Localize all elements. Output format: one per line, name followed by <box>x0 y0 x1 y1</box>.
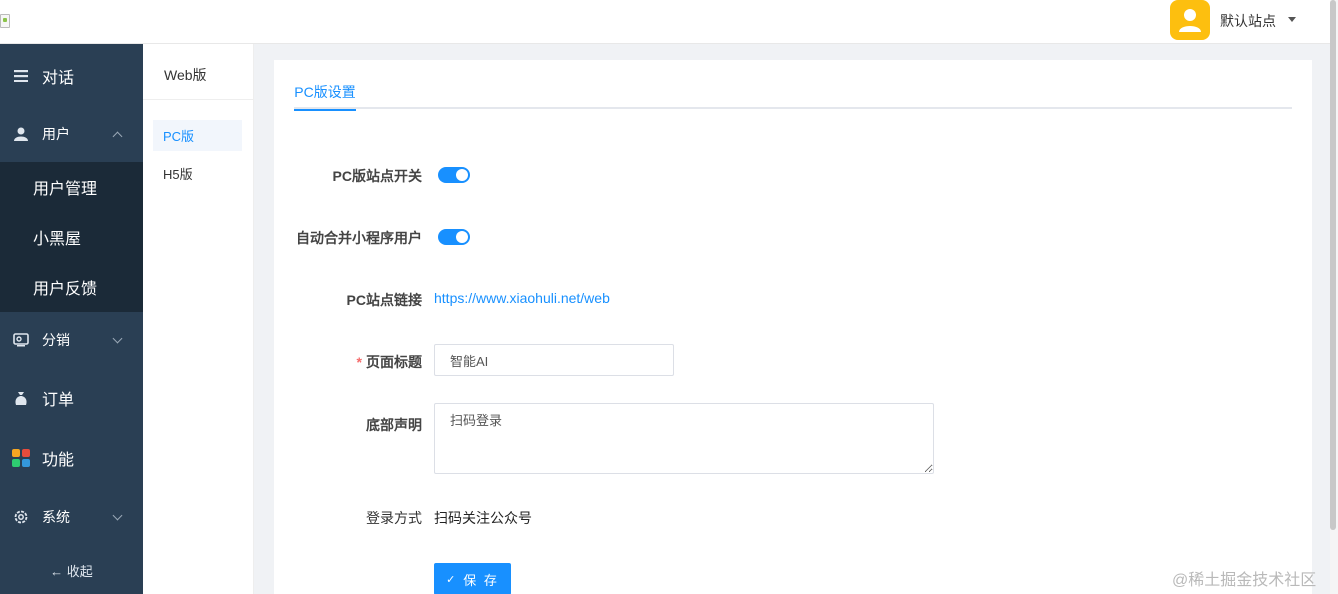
submenu-item-blacklist[interactable]: 小黑屋 <box>0 212 143 262</box>
user-avatar-icon <box>1179 9 1201 32</box>
sidebar-item-label: 分销 <box>42 332 70 348</box>
page-title-input[interactable] <box>434 344 674 376</box>
chevron-up-icon <box>112 131 123 142</box>
collapse-sidebar-button[interactable]: ← 收起 <box>0 561 143 580</box>
save-button[interactable]: ✓ 保 存 <box>434 563 511 594</box>
submenu-item-feedback[interactable]: 用户反馈 <box>0 262 143 312</box>
sidebar-item-features[interactable]: 功能 <box>0 430 143 486</box>
sidebar-item-system[interactable]: 系统 <box>0 489 143 545</box>
collapse-label: 收起 <box>66 564 93 579</box>
top-header: 默认站点 <box>0 0 1330 44</box>
sidebar-item-users[interactable]: 用户 <box>0 106 143 162</box>
user-icon <box>12 125 30 143</box>
footer-statement-label: 底部声明 <box>366 417 422 433</box>
tab-bar: PC版设置 <box>294 80 1292 111</box>
subnav-item-pc[interactable]: PC版 <box>153 120 242 151</box>
watermark: @稀土掘金技术社区 <box>1172 572 1317 589</box>
merge-users-label: 自动合并小程序用户 <box>296 230 422 246</box>
wallet-icon <box>12 331 30 349</box>
caret-down-icon[interactable] <box>1288 17 1296 22</box>
sidebar: 对话 用户 用户管理 小黑屋 用户反馈 分销 订单 功能 系统 ← 收起 <box>0 44 143 594</box>
menu-lines-icon <box>12 67 30 85</box>
sidebar-item-label: 系统 <box>42 509 70 525</box>
sidebar-item-label: 用户 <box>42 126 70 142</box>
sidebar-item-label: 订单 <box>42 392 75 409</box>
sidebar-item-label: 对话 <box>42 70 75 87</box>
check-icon: ✓ <box>446 573 458 586</box>
chevron-down-icon <box>112 510 123 521</box>
sidebar-item-distribution[interactable]: 分销 <box>0 312 143 368</box>
site-selector-label[interactable]: 默认站点 <box>1220 11 1276 31</box>
sidebar-item-label: 功能 <box>42 452 75 469</box>
login-method-label: 登录方式 <box>366 510 422 526</box>
users-submenu: 用户管理 小黑屋 用户反馈 <box>0 162 143 312</box>
avatar[interactable] <box>1170 0 1210 40</box>
money-bag-icon <box>12 389 30 407</box>
secondary-nav: Web版 PC版 H5版 <box>143 44 254 594</box>
pc-site-link[interactable]: https://www.xiaohuli.net/web <box>434 290 610 306</box>
page-title-label: * 页面标题 <box>274 352 422 372</box>
pc-switch-label: PC版站点开关 <box>332 168 422 184</box>
footer-statement-textarea[interactable]: 扫码登录 <box>434 403 934 474</box>
pc-link-label: PC站点链接 <box>346 292 422 308</box>
subnav-item-h5[interactable]: H5版 <box>153 158 242 189</box>
chevron-down-icon <box>112 333 123 344</box>
pc-site-toggle[interactable] <box>438 167 470 183</box>
apps-grid-icon <box>12 449 30 467</box>
submenu-item-user-management[interactable]: 用户管理 <box>0 162 143 212</box>
save-button-label: 保 存 <box>463 572 499 588</box>
scrollbar-thumb[interactable] <box>1330 0 1336 530</box>
sidebar-item-chat[interactable]: 对话 <box>0 48 143 104</box>
page-scrollbar[interactable] <box>1330 0 1338 594</box>
page-title-label-text: 页面标题 <box>366 354 422 370</box>
arrow-left-icon: ← <box>50 564 67 579</box>
sidebar-item-orders[interactable]: 订单 <box>0 370 143 426</box>
settings-card: PC版设置 PC版站点开关 自动合并小程序用户 PC站点链接 https://w… <box>274 60 1312 594</box>
logo-image <box>0 14 10 28</box>
secondary-nav-title: Web版 <box>143 44 253 100</box>
gear-icon <box>12 508 30 526</box>
required-asterisk: * <box>356 354 362 370</box>
login-method-value: 扫码关注公众号 <box>434 510 532 526</box>
tab-pc-settings[interactable]: PC版设置 <box>294 82 356 111</box>
merge-users-toggle[interactable] <box>438 229 470 245</box>
